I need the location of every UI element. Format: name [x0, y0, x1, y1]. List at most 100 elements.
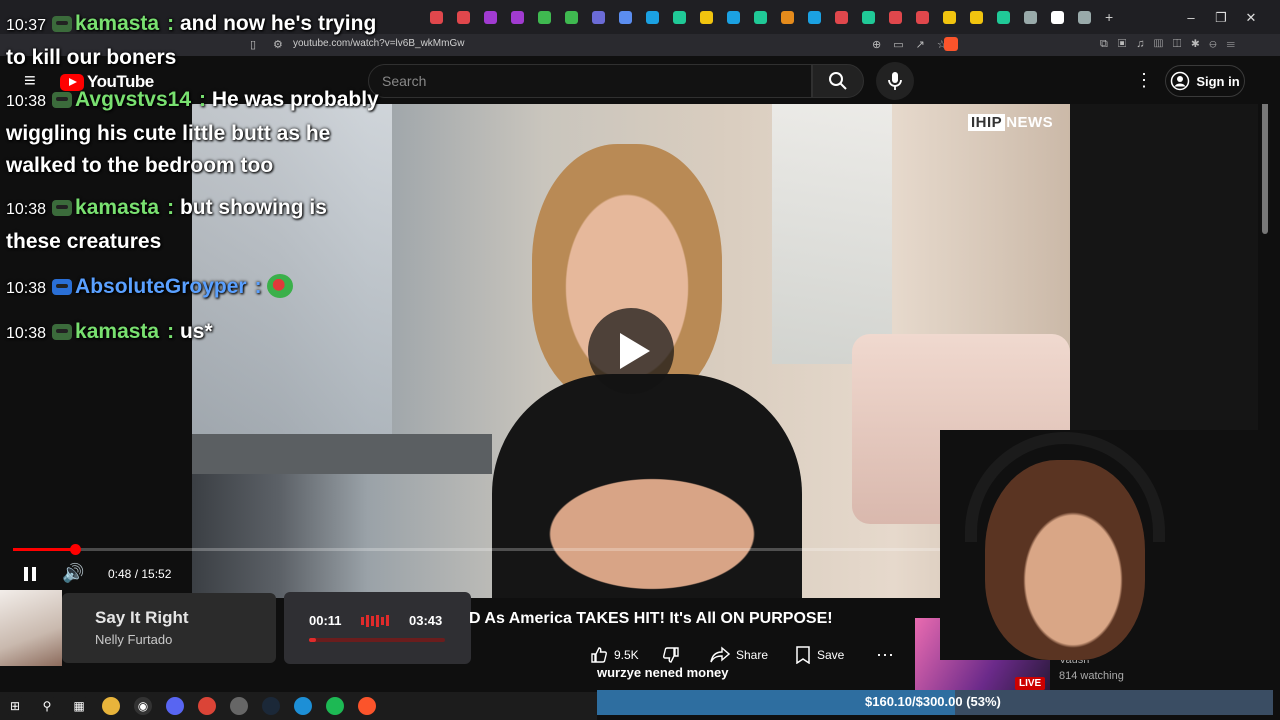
caption-text: wurzye nened money — [597, 665, 729, 680]
search-button[interactable] — [812, 64, 864, 98]
steam-icon[interactable] — [262, 697, 280, 715]
time-display: 0:48 / 15:52 — [108, 567, 172, 581]
user-badge-icon — [52, 279, 73, 295]
browser-tab[interactable] — [457, 10, 470, 24]
progress-bar-fill — [13, 548, 75, 551]
new-tab-button[interactable]: + — [1105, 9, 1113, 25]
live-badge: LIVE — [1015, 677, 1046, 690]
discord-icon[interactable] — [166, 697, 184, 715]
pause-button[interactable] — [20, 564, 40, 584]
spotify-icon[interactable] — [326, 697, 344, 715]
now-playing-card — [62, 593, 276, 663]
browser-tab[interactable] — [619, 10, 632, 24]
now-playing-progress-fill — [309, 638, 316, 642]
close-button[interactable]: ✕ — [1236, 10, 1266, 26]
obs-icon[interactable]: ◉ — [134, 697, 152, 715]
emote-icon — [267, 274, 294, 298]
video-scene-sill — [192, 434, 492, 474]
browser-tab[interactable] — [484, 10, 497, 24]
progress-scrubber[interactable] — [70, 544, 81, 555]
taskview-icon[interactable]: ▦ — [70, 697, 88, 715]
brave-icon[interactable] — [358, 697, 376, 715]
audio-wave-icon — [361, 615, 395, 627]
browser-tab[interactable] — [781, 10, 794, 24]
browser-tab[interactable] — [1051, 10, 1064, 24]
now-playing-artwork — [0, 590, 62, 666]
chat-username: kamasta — [75, 12, 160, 35]
restore-button[interactable]: ❐ — [1206, 10, 1236, 26]
voice-search-button[interactable] — [876, 62, 914, 100]
now-playing-progress — [309, 638, 445, 642]
sign-in-button[interactable]: Sign in — [1165, 65, 1245, 97]
chat-text: and now he's trying — [179, 12, 377, 35]
chat-text: these creatures — [6, 230, 162, 253]
start-icon[interactable]: ⊞ — [6, 697, 24, 715]
search-input[interactable]: Search — [368, 64, 812, 98]
video-title: D As America TAKES HIT! It's All ON PURP… — [469, 610, 833, 627]
account-icon — [1171, 71, 1190, 91]
search-icon[interactable]: ⚲ — [38, 697, 56, 715]
channel-watermark: IHIP NEWS — [968, 114, 1053, 131]
thumbs-up-icon — [591, 647, 607, 663]
explorer-icon[interactable] — [102, 697, 120, 715]
browser-tab[interactable] — [592, 10, 605, 24]
browser-tab[interactable] — [673, 10, 686, 24]
browser-tab[interactable] — [862, 10, 875, 24]
browser-tab[interactable] — [943, 10, 956, 24]
video-scene-hands — [522, 464, 782, 598]
chat-message: 10:38 AbsoluteGroyper: — [6, 271, 294, 305]
minimize-button[interactable]: – — [1176, 10, 1206, 26]
window-controls: – ❐ ✕ — [1176, 10, 1266, 26]
save-button[interactable]: Save — [795, 640, 844, 670]
chat-text: us* — [179, 320, 213, 343]
chat-message: 10:38 Avgvstvs14: He was probably wiggling… — [6, 88, 379, 177]
brave-shields-icon[interactable] — [944, 37, 958, 51]
browser-tab[interactable] — [727, 10, 740, 24]
big-play-button[interactable] — [588, 308, 674, 394]
mic-icon — [888, 72, 902, 90]
browser-tab[interactable] — [916, 10, 929, 24]
browser-tab[interactable] — [565, 10, 578, 24]
browser-tab[interactable] — [754, 10, 767, 24]
volume-icon[interactable]: 🔊 — [62, 563, 84, 584]
bookmark-icon — [796, 646, 810, 664]
now-playing-title: Say It Right — [95, 608, 189, 627]
browser-tab[interactable] — [808, 10, 821, 24]
now-playing-total: 03:43 — [409, 613, 443, 628]
edge-icon[interactable] — [294, 697, 312, 715]
browser-tab[interactable] — [700, 10, 713, 24]
taskbar: ⊞ ⚲ ▦ ◉ — [0, 692, 597, 720]
chat-text: walked to the bedroom too — [6, 154, 274, 177]
user-badge-icon — [52, 324, 73, 340]
browser-tab[interactable] — [997, 10, 1010, 24]
app-icon[interactable] — [230, 697, 248, 715]
viewer-count: 814 watching — [1059, 670, 1124, 682]
thumbs-down-icon — [663, 647, 679, 663]
chat-username: kamasta — [75, 320, 160, 343]
chrome-icon[interactable] — [198, 697, 216, 715]
extensions-toolbar[interactable]: ⧉▣♫▥◫✱⊖☰ — [1100, 38, 1245, 51]
chat-message: 10:37 kamasta: and now he's trying to kill… — [6, 12, 377, 69]
browser-tab[interactable] — [538, 10, 551, 24]
user-badge-icon — [52, 200, 73, 216]
sign-in-label: Sign in — [1196, 73, 1240, 89]
browser-tab[interactable] — [430, 10, 443, 24]
more-options-icon[interactable]: ⋮ — [1135, 70, 1153, 91]
browser-tab[interactable] — [511, 10, 524, 24]
donation-goal-text: $160.10/$300.00 (53%) — [865, 694, 1001, 709]
chat-message: 10:38 kamasta: us* — [6, 320, 213, 343]
save-label: Save — [817, 648, 845, 662]
browser-tab[interactable] — [1078, 10, 1091, 24]
share-icon — [710, 646, 730, 663]
now-playing-elapsed: 00:11 — [309, 613, 342, 628]
chat-message: 10:38 kamasta: but showing is these creatu… — [6, 196, 327, 253]
browser-tab[interactable] — [1024, 10, 1037, 24]
chat-text: wiggling his cute little butt as he — [6, 122, 331, 145]
browser-tab[interactable] — [835, 10, 848, 24]
chat-username: AbsoluteGroyper — [75, 275, 247, 298]
browser-tab[interactable] — [646, 10, 659, 24]
like-count: 9.5K — [614, 648, 639, 662]
browser-tab[interactable] — [970, 10, 983, 24]
browser-tab[interactable] — [889, 10, 902, 24]
more-actions-button[interactable]: ⋯ — [868, 640, 902, 670]
